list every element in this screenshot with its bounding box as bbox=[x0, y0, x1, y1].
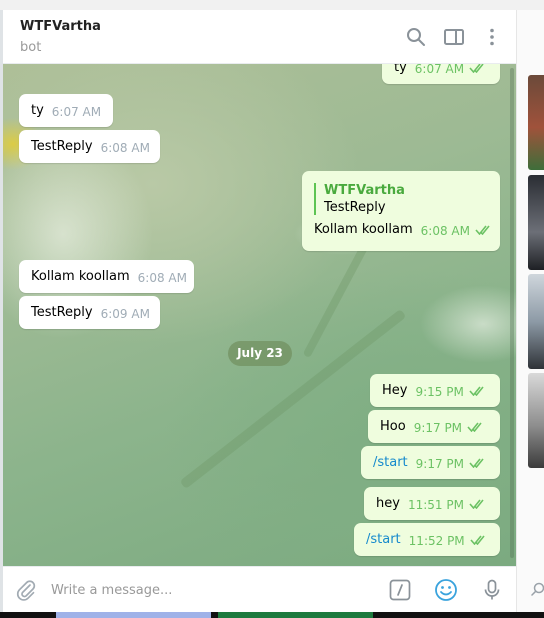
message-text: ty bbox=[394, 64, 407, 75]
right-panel bbox=[517, 10, 544, 612]
read-checkmarks-icon bbox=[469, 64, 484, 73]
message-time: 11:52 PM bbox=[408, 534, 465, 548]
read-checkmarks-icon bbox=[475, 225, 490, 235]
chat-subtitle: bot bbox=[20, 40, 42, 55]
media-thumbnail[interactable] bbox=[528, 373, 544, 468]
message-text: Kollam koollam bbox=[314, 222, 413, 237]
outgoing-message[interactable]: Hoo 9:17 PM bbox=[368, 410, 500, 443]
message-time: 6:07 AM bbox=[414, 64, 465, 76]
media-thumbnail[interactable] bbox=[528, 175, 544, 270]
message-input[interactable] bbox=[51, 579, 371, 601]
incoming-message[interactable]: Kollam koollam 6:08 AM bbox=[19, 260, 194, 293]
message-text: TestReply bbox=[31, 305, 93, 320]
incoming-message[interactable]: TestReply 6:09 AM bbox=[19, 296, 160, 329]
chat-title[interactable]: WTFVartha bbox=[20, 19, 101, 34]
bottom-strip-segment bbox=[56, 612, 211, 618]
search-icon[interactable] bbox=[405, 26, 427, 48]
outgoing-message[interactable]: hey 11:51 PM bbox=[364, 487, 500, 520]
command-link[interactable]: /start bbox=[366, 532, 401, 547]
bottom-strip-segment bbox=[218, 612, 373, 618]
outgoing-message[interactable]: ty 6:07 AM bbox=[382, 64, 500, 84]
message-text: ty bbox=[31, 103, 44, 118]
media-thumbnail[interactable] bbox=[528, 75, 544, 170]
chat-scrollbar[interactable] bbox=[510, 68, 514, 558]
commands-icon[interactable] bbox=[388, 578, 412, 602]
top-strip bbox=[0, 0, 544, 10]
outgoing-message[interactable]: Hey 9:15 PM bbox=[370, 374, 500, 407]
message-time: 9:15 PM bbox=[415, 385, 464, 399]
read-checkmarks-icon bbox=[469, 499, 484, 509]
more-vertical-icon[interactable] bbox=[481, 26, 503, 48]
chat-history[interactable]: ty 6:07 AM ty 6:07 AM TestReply 6:08 AM WTF… bbox=[3, 64, 516, 566]
outgoing-message[interactable]: /start 9:17 PM bbox=[361, 446, 500, 479]
media-thumbnail[interactable] bbox=[528, 274, 544, 369]
outgoing-reply-message[interactable]: WTFVartha TestReply Kollam koollam 6:08 A… bbox=[302, 171, 500, 251]
reply-quote[interactable]: WTFVartha TestReply bbox=[314, 183, 488, 215]
message-composer bbox=[3, 566, 516, 612]
outgoing-message[interactable]: /start 11:52 PM bbox=[354, 523, 500, 556]
message-text: Hey bbox=[382, 383, 408, 398]
message-text: TestReply bbox=[31, 139, 93, 154]
message-time: 6:09 AM bbox=[100, 307, 150, 321]
message-time: 6:08 AM bbox=[100, 141, 150, 155]
message-time: 9:17 PM bbox=[415, 457, 465, 471]
attach-icon[interactable] bbox=[14, 578, 38, 602]
message-time: 11:51 PM bbox=[407, 498, 464, 512]
read-checkmarks-icon bbox=[467, 422, 482, 432]
reply-quoted-text: TestReply bbox=[324, 200, 386, 215]
read-checkmarks-icon bbox=[470, 535, 485, 545]
emoji-icon[interactable] bbox=[434, 578, 458, 602]
message-time: 6:08 AM bbox=[420, 224, 470, 238]
incoming-message[interactable]: ty 6:07 AM bbox=[19, 94, 113, 127]
read-checkmarks-icon bbox=[469, 458, 484, 468]
message-text: Hoo bbox=[380, 419, 406, 434]
sidebar-toggle-icon[interactable] bbox=[443, 26, 465, 48]
message-time: 6:08 AM bbox=[137, 271, 187, 285]
message-text: Kollam koollam bbox=[31, 269, 130, 284]
chat-header: WTFVartha bot bbox=[3, 10, 516, 64]
message-text: hey bbox=[376, 496, 400, 511]
message-time: 6:07 AM bbox=[51, 105, 102, 119]
command-link[interactable]: /start bbox=[373, 455, 408, 470]
message-time: 9:17 PM bbox=[413, 421, 463, 435]
read-checkmarks-icon bbox=[469, 386, 484, 396]
date-separator: July 23 bbox=[228, 341, 292, 366]
microphone-icon[interactable] bbox=[480, 578, 504, 602]
incoming-message[interactable]: TestReply 6:08 AM bbox=[19, 130, 160, 163]
reply-author: WTFVartha bbox=[324, 183, 405, 198]
search-icon[interactable] bbox=[531, 582, 544, 596]
